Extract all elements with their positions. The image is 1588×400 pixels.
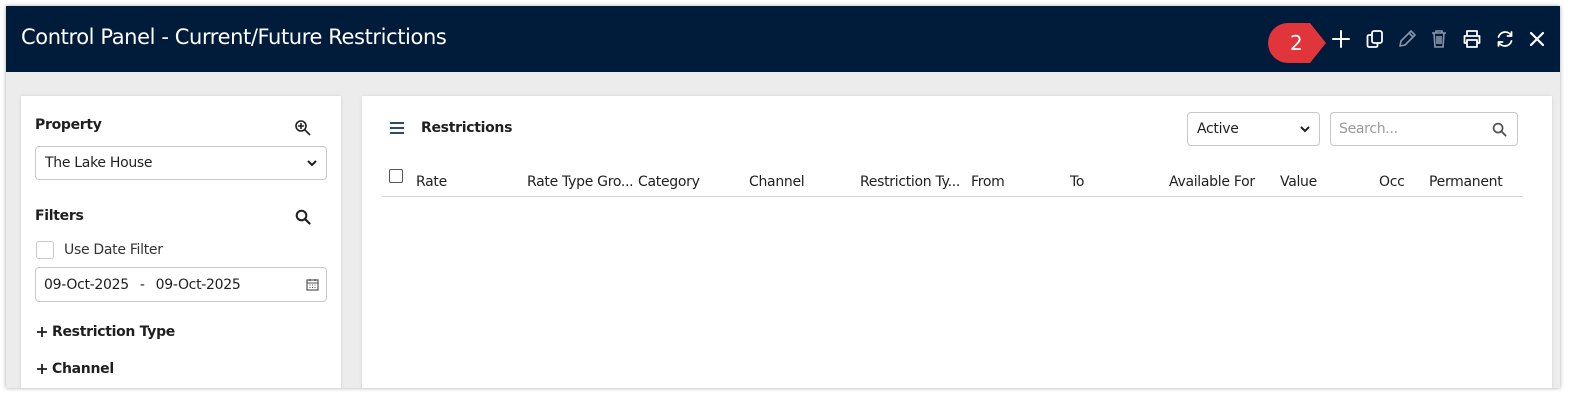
add-icon[interactable] — [1328, 26, 1354, 52]
calendar-icon[interactable] — [306, 278, 319, 291]
plus-icon[interactable] — [35, 362, 49, 376]
menu-icon[interactable] — [388, 120, 406, 136]
delete-icon[interactable] — [1426, 26, 1452, 52]
restriction-type-expander[interactable]: Restriction Type — [52, 324, 175, 340]
search-input[interactable]: Search... — [1330, 112, 1518, 146]
col-category[interactable]: Category — [638, 174, 738, 190]
step-badge: 2 — [1268, 21, 1328, 65]
search-placeholder: Search... — [1339, 121, 1398, 137]
col-rate[interactable]: Rate — [416, 174, 516, 190]
use-date-filter-label: Use Date Filter — [64, 242, 163, 258]
zoom-in-icon[interactable] — [292, 117, 312, 137]
step-badge-label: 2 — [1290, 31, 1303, 55]
close-icon[interactable] — [1524, 26, 1550, 52]
edit-icon[interactable] — [1394, 26, 1420, 52]
page-title: Control Panel - Current/Future Restricti… — [21, 25, 447, 49]
search-icon[interactable] — [1492, 122, 1507, 137]
select-all-checkbox[interactable] — [389, 169, 403, 183]
property-select[interactable]: The Lake House — [35, 146, 327, 180]
restrictions-panel: Restrictions Active Search... Rate Rate … — [362, 96, 1552, 388]
refresh-icon[interactable] — [1492, 26, 1518, 52]
print-icon[interactable] — [1459, 26, 1485, 52]
filter-panel: Property The Lake House Filters Use Date… — [21, 96, 341, 388]
col-channel[interactable]: Channel — [749, 174, 849, 190]
date-to: 09-Oct-2025 — [155, 276, 241, 293]
col-value[interactable]: Value — [1280, 174, 1360, 190]
use-date-filter-checkbox[interactable] — [36, 241, 54, 259]
chevron-down-icon — [1300, 126, 1310, 133]
property-select-value: The Lake House — [45, 155, 153, 171]
col-restriction-type[interactable]: Restriction Ty... — [860, 174, 968, 190]
section-title: Restrictions — [421, 120, 513, 136]
status-filter-value: Active — [1197, 121, 1239, 137]
plus-icon[interactable] — [35, 325, 49, 339]
filters-label: Filters — [35, 208, 84, 224]
copy-icon[interactable] — [1362, 26, 1388, 52]
col-permanent[interactable]: Permanent — [1429, 174, 1529, 190]
title-bar: Control Panel - Current/Future Restricti… — [6, 6, 1560, 72]
col-from[interactable]: From — [971, 174, 1071, 190]
date-separator: - — [139, 276, 145, 293]
property-label: Property — [35, 117, 102, 133]
search-icon[interactable] — [293, 207, 313, 227]
app-window: Control Panel - Current/Future Restricti… — [6, 6, 1560, 388]
chevron-down-icon — [307, 160, 317, 167]
table-header-divider — [382, 196, 1523, 197]
col-available-for[interactable]: Available For — [1169, 174, 1269, 190]
status-filter-select[interactable]: Active — [1187, 112, 1320, 146]
date-from: 09-Oct-2025 — [44, 276, 129, 293]
col-to[interactable]: To — [1070, 174, 1170, 190]
date-range-input[interactable]: 09-Oct-2025 - 09-Oct-2025 — [35, 267, 327, 302]
channel-expander[interactable]: Channel — [52, 361, 114, 377]
col-rate-type-group[interactable]: Rate Type Gro... — [527, 174, 635, 190]
